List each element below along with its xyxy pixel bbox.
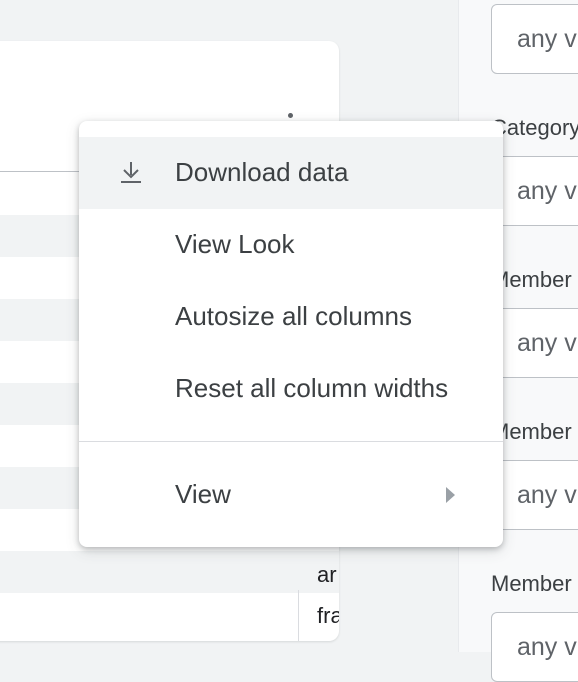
menu-item-label: View — [175, 479, 231, 509]
menu-item-view[interactable]: View — [79, 459, 503, 531]
filter-input-value: any v — [517, 633, 577, 661]
menu-divider — [79, 441, 503, 442]
menu-item-label: Download data — [175, 157, 349, 187]
filter-input[interactable]: any v — [491, 4, 578, 74]
table-row — [0, 551, 339, 593]
table-cell: ar — [317, 562, 337, 587]
filter-label: Member — [491, 571, 572, 596]
filter-input-value: any v — [517, 481, 577, 509]
filter-input[interactable]: any v — [491, 156, 578, 226]
menu-item-autosize-columns[interactable]: Autosize all columns — [79, 281, 503, 353]
filter-input-value: any v — [517, 177, 577, 205]
filter-input-value: any v — [517, 329, 577, 357]
filter-input-value: any v — [517, 25, 577, 53]
tile-actions-menu: Download data View Look Autosize all col… — [79, 121, 503, 547]
submenu-arrow-icon — [446, 487, 455, 503]
table-cell: fra — [317, 603, 339, 628]
table-row — [0, 593, 339, 635]
filter-label: Category — [491, 115, 578, 140]
filter-label: Member — [491, 267, 572, 292]
filter-label: Member — [491, 419, 572, 444]
filter-input[interactable]: any v — [491, 308, 578, 378]
menu-item-download-data[interactable]: Download data — [79, 137, 503, 209]
filter-input[interactable]: any v — [491, 612, 578, 682]
menu-item-label: View Look — [175, 229, 295, 259]
menu-item-label: Autosize all columns — [175, 301, 412, 331]
download-icon — [121, 162, 141, 183]
menu-item-reset-column-widths[interactable]: Reset all column widths — [79, 353, 503, 425]
column-divider[interactable] — [298, 590, 299, 641]
menu-item-label: Reset all column widths — [175, 373, 449, 403]
filter-input[interactable]: any v — [491, 460, 578, 530]
menu-item-view-look[interactable]: View Look — [79, 209, 503, 281]
